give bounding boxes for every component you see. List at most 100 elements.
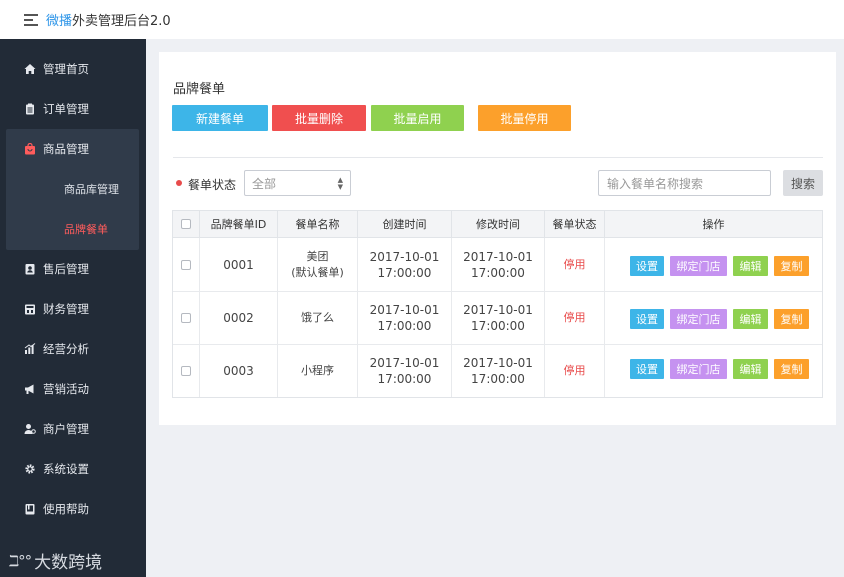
required-dot-icon	[176, 180, 182, 186]
menu-name-cell: 美团 (默认餐单)	[278, 238, 358, 292]
sidebar-item-after-sales[interactable]: 售后管理	[0, 249, 146, 289]
column-header: 餐单状态	[545, 211, 605, 238]
bind-store-button[interactable]: 绑定门店	[670, 359, 727, 379]
row-select-cell	[173, 238, 200, 292]
modified-date: 2017-10-01	[463, 249, 533, 264]
created-date: 2017-10-01	[369, 249, 440, 264]
batch-enable-button[interactable]: 批量启用	[371, 105, 464, 131]
menu-name-cell: 饿了么	[278, 292, 358, 345]
created-time: 17:00:00	[377, 265, 432, 280]
calculator-icon	[24, 303, 36, 315]
bind-store-button[interactable]: 绑定门店	[670, 256, 727, 276]
content-panel: 品牌餐单 新建餐单 批量删除 批量启用 批量停用 餐单状态 全部 ▲ ▼ 输入餐单…	[159, 52, 836, 425]
bind-store-button[interactable]: 绑定门店	[670, 309, 727, 329]
bag-icon	[24, 143, 36, 155]
modified-date: 2017-10-01	[463, 303, 533, 317]
status-cell: 停用	[545, 292, 605, 345]
batch-disable-button[interactable]: 批量停用	[478, 105, 571, 131]
edit-button[interactable]: 编辑	[733, 309, 768, 329]
sidebar-item-help[interactable]: 使用帮助	[0, 489, 146, 529]
created-time-cell: 2017-10-01 17:00:00	[358, 345, 452, 397]
select-arrows-icon: ▲ ▼	[337, 176, 343, 191]
copy-button[interactable]: 复制	[774, 309, 809, 329]
search-button[interactable]: 搜索	[783, 170, 823, 196]
created-time-cell: 2017-10-01 17:00:00	[358, 292, 452, 345]
edit-button[interactable]: 编辑	[733, 256, 768, 276]
sidebar-subitem-product-library[interactable]: 商品库管理	[6, 169, 139, 209]
sidebar-item-orders[interactable]: 订单管理	[0, 89, 146, 129]
sidebar-item-label: 使用帮助	[43, 502, 89, 516]
column-header: 餐单名称	[278, 211, 358, 238]
app-title-highlight: 微播	[46, 14, 73, 29]
modified-time-cell: 2017-10-01 17:00:00	[452, 238, 545, 292]
sidebar-item-settings[interactable]: 系统设置	[0, 449, 146, 489]
row-select-cell	[173, 292, 200, 345]
row-select-cell	[173, 345, 200, 397]
modified-date: 2017-10-01	[463, 356, 533, 370]
column-header: 创建时间	[358, 211, 452, 238]
created-date: 2017-10-01	[369, 356, 440, 370]
created-date: 2017-10-01	[369, 303, 440, 317]
status-select[interactable]: 全部 ▲ ▼	[244, 170, 351, 196]
modified-time: 17:00:00	[471, 372, 525, 386]
select-all-checkbox[interactable]	[181, 219, 191, 229]
column-header: 品牌餐单ID	[200, 211, 278, 238]
brand-logo: ℶ°° 大数跨境	[9, 548, 103, 574]
menu-id-cell: 0001	[200, 238, 278, 292]
sidebar-item-home[interactable]: 管理首页	[0, 49, 146, 89]
menu-id-cell: 0003	[200, 345, 278, 397]
search-input[interactable]: 输入餐单名称搜索	[598, 170, 771, 196]
sidebar-item-label: 售后管理	[43, 262, 89, 276]
copy-button[interactable]: 复制	[774, 256, 809, 276]
created-time: 17:00:00	[377, 372, 432, 386]
sidebar-subitem-brand-menu[interactable]: 品牌餐单	[6, 209, 139, 249]
settings-button[interactable]: 设置	[630, 256, 664, 276]
clipboard-icon	[24, 103, 36, 115]
home-icon	[24, 63, 36, 75]
sidebar-item-merchants[interactable]: 商户管理	[0, 409, 146, 449]
edit-button[interactable]: 编辑	[733, 359, 768, 379]
sidebar-item-label: 商品管理	[43, 142, 89, 156]
new-menu-button[interactable]: 新建餐单	[172, 105, 268, 131]
menu-name-line2: (默认餐单)	[291, 265, 344, 279]
logo-mark: ℶ°°	[9, 551, 32, 570]
sidebar-item-finance[interactable]: 财务管理	[0, 289, 146, 329]
user-icon	[24, 423, 36, 435]
sidebar-item-marketing[interactable]: 营销活动	[0, 369, 146, 409]
status-cell: 停用	[545, 345, 605, 397]
select-all-cell	[173, 211, 200, 238]
menu-toggle-icon[interactable]	[24, 14, 38, 26]
status-select-value: 全部	[252, 176, 277, 191]
modified-time-cell: 2017-10-01 17:00:00	[452, 345, 545, 397]
sidebar-item-label: 系统设置	[43, 462, 89, 476]
modified-time: 17:00:00	[471, 319, 525, 333]
logo-text: 大数跨境	[34, 553, 103, 573]
sidebar-item-label: 营销活动	[43, 382, 89, 396]
divider	[173, 157, 823, 158]
row-checkbox[interactable]	[181, 313, 191, 323]
status-cell: 停用	[545, 238, 605, 292]
modified-time: 17:00:00	[471, 265, 525, 280]
modified-time-cell: 2017-10-01 17:00:00	[452, 292, 545, 345]
sidebar-item-label: 订单管理	[43, 102, 89, 116]
sidebar-item-label: 财务管理	[43, 302, 89, 316]
sidebar-item-products[interactable]: 商品管理	[6, 129, 139, 169]
page-title: 品牌餐单	[173, 82, 226, 97]
menu-id-cell: 0002	[200, 292, 278, 345]
app-title: 微播外卖管理后台2.0	[46, 10, 171, 29]
copy-button[interactable]: 复制	[774, 359, 809, 379]
settings-button[interactable]: 设置	[630, 309, 664, 329]
settings-button[interactable]: 设置	[630, 359, 664, 379]
menu-name-cell: 小程序	[278, 345, 358, 397]
row-checkbox[interactable]	[181, 366, 191, 376]
menu-name-line1: 美团	[306, 249, 329, 263]
sidebar-item-label: 商户管理	[43, 422, 89, 436]
batch-delete-button[interactable]: 批量删除	[272, 105, 366, 131]
created-time: 17:00:00	[377, 319, 432, 333]
row-checkbox[interactable]	[181, 259, 191, 270]
bar-chart-icon	[24, 343, 36, 355]
sidebar-item-analytics[interactable]: 经营分析	[0, 329, 146, 369]
column-header: 修改时间	[452, 211, 545, 238]
sidebar-item-label: 管理首页	[43, 62, 89, 76]
app-title-rest: 外卖管理后台2.0	[72, 14, 171, 29]
